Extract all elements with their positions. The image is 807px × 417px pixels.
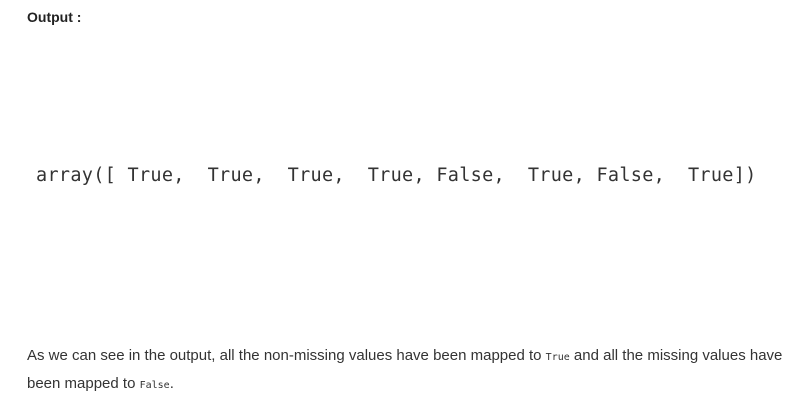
output-heading: Output :	[27, 9, 82, 25]
explanation-text-part-1: As we can see in the output, all the non…	[27, 347, 546, 364]
explanation-text-part-3: .	[169, 375, 174, 392]
code-output-block: array([ True, True, True, True, False, T…	[36, 165, 757, 186]
inline-code-true: True	[545, 352, 570, 363]
explanation-paragraph: As we can see in the output, all the non…	[27, 343, 802, 399]
inline-code-false: False	[139, 380, 170, 391]
